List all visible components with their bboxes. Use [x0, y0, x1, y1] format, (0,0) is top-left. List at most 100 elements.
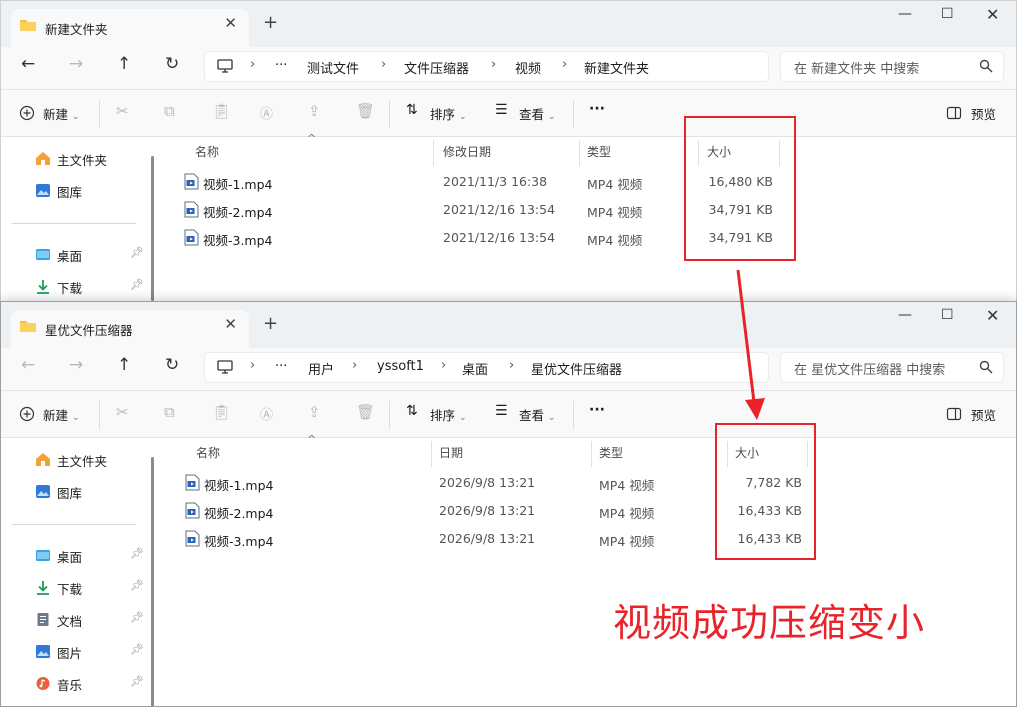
sidebar-item-downloads[interactable]: 下载 📌︎ [35, 578, 147, 598]
search-input[interactable]: 在 星优文件压缩器 中搜索 [780, 352, 1004, 383]
new-tab-button[interactable]: + [263, 14, 278, 32]
forward-button[interactable]: → [69, 357, 83, 374]
close-tab-icon[interactable]: ✕ [224, 16, 237, 31]
pin-icon[interactable]: 📌︎ [130, 579, 144, 592]
paste-icon[interactable]: 📋︎ [212, 403, 231, 421]
maximize-button[interactable]: ☐ [941, 7, 954, 21]
gallery-icon [36, 485, 50, 498]
delete-icon[interactable]: 🗑︎ [356, 403, 375, 421]
breadcrumb-item[interactable]: yssoft1 [377, 359, 424, 374]
sort-button[interactable]: 排序 ⌄ [430, 405, 467, 424]
divider [99, 100, 100, 128]
forward-button[interactable]: → [69, 56, 83, 73]
column-divider[interactable] [579, 140, 580, 166]
breadcrumb-item[interactable]: 新建文件夹 [584, 58, 649, 77]
more-options-button[interactable]: ··· [589, 101, 605, 117]
tab-new-folder[interactable]: 新建文件夹 ✕ [11, 9, 249, 47]
close-window-button[interactable]: ✕ [986, 308, 999, 324]
copy-icon[interactable]: ⧉ [164, 102, 175, 120]
column-header-type[interactable]: 类型 [587, 143, 611, 160]
sidebar-item-pictures[interactable]: 图片 📌︎ [35, 642, 147, 662]
rename-icon[interactable]: Ⓐ [260, 404, 273, 423]
search-input[interactable]: 在 新建文件夹 中搜索 [780, 51, 1004, 82]
up-button[interactable]: ↑ [117, 56, 131, 73]
file-type: MP4 视频 [587, 177, 643, 192]
chevron-down-icon: ⌄ [548, 112, 556, 122]
music-icon [36, 677, 50, 690]
column-header-date[interactable]: 修改日期 [443, 143, 491, 160]
address-bar[interactable]: › ··· 测试文件 › 文件压缩器 › 视频 › 新建文件夹 [204, 51, 769, 82]
breadcrumb-more[interactable]: ··· [275, 359, 287, 374]
sort-ascending-icon: ^ [307, 433, 317, 446]
column-header-type[interactable]: 类型 [599, 444, 623, 461]
sort-button[interactable]: 排序 ⌄ [430, 104, 467, 123]
scrollbar[interactable] [151, 457, 154, 706]
column-header-name[interactable]: 名称 [196, 444, 220, 461]
view-button[interactable]: 查看 ⌄ [519, 405, 556, 424]
cut-icon[interactable]: ✂ [116, 102, 129, 120]
file-date: 2021/12/16 13:54 [443, 230, 556, 245]
maximize-button[interactable]: ☐ [941, 308, 954, 322]
column-divider[interactable] [591, 441, 592, 467]
minimize-button[interactable]: — [898, 7, 912, 21]
pin-icon[interactable]: 📌︎ [130, 547, 144, 560]
breadcrumb-item[interactable]: 桌面 [462, 359, 488, 378]
breadcrumb-item[interactable]: 星优文件压缩器 [531, 359, 622, 378]
column-divider[interactable] [431, 441, 432, 467]
new-tab-button[interactable]: + [263, 315, 278, 333]
sidebar-item-desktop[interactable]: 桌面 📌︎ [35, 546, 147, 566]
preview-button[interactable]: 预览 [971, 104, 996, 123]
video-file-icon [185, 502, 200, 519]
cut-icon[interactable]: ✂ [116, 403, 129, 421]
pin-icon[interactable]: 📌︎ [130, 246, 144, 259]
view-label: 查看 [519, 408, 545, 423]
up-button[interactable]: ↑ [117, 357, 131, 374]
breadcrumb-item[interactable]: 用户 [308, 359, 334, 378]
scrollbar[interactable] [151, 156, 154, 301]
breadcrumb-item[interactable]: 测试文件 [307, 58, 359, 77]
download-icon [37, 581, 49, 595]
close-tab-icon[interactable]: ✕ [224, 317, 237, 332]
pin-icon[interactable]: 📌︎ [130, 611, 144, 624]
refresh-button[interactable]: ↻ [165, 357, 179, 374]
sidebar-item-label: 音乐 [57, 678, 83, 693]
address-bar[interactable]: › ··· 用户 › yssoft1 › 桌面 › 星优文件压缩器 [204, 352, 769, 383]
preview-button[interactable]: 预览 [971, 405, 996, 424]
new-button[interactable]: 新建 ⌄ [43, 104, 80, 123]
sidebar-item-desktop[interactable]: 桌面 📌︎ [35, 245, 147, 265]
pin-icon[interactable]: 📌︎ [130, 278, 144, 291]
breadcrumb-more[interactable]: ··· [275, 58, 287, 73]
sidebar-item-downloads[interactable]: 下载 📌︎ [35, 277, 147, 297]
sidebar-item-home[interactable]: 主文件夹 [35, 149, 147, 169]
navigation-pane: 主文件夹 图库 桌面 📌︎ 下载 📌︎ [1, 137, 151, 301]
paste-icon[interactable]: 📋︎ [212, 102, 231, 120]
pin-icon[interactable]: 📌︎ [130, 675, 144, 688]
tab-compressor-folder[interactable]: 星优文件压缩器 ✕ [11, 310, 249, 348]
back-button[interactable]: ← [21, 56, 35, 73]
column-header-name[interactable]: 名称 [195, 143, 219, 160]
back-button[interactable]: ← [21, 357, 35, 374]
view-button[interactable]: 查看 ⌄ [519, 104, 556, 123]
sidebar-item-home[interactable]: 主文件夹 [35, 450, 147, 470]
new-button[interactable]: 新建 ⌄ [43, 405, 80, 424]
minimize-button[interactable]: — [898, 308, 912, 322]
column-header-date[interactable]: 日期 [439, 444, 463, 461]
breadcrumb-item[interactable]: 文件压缩器 [404, 58, 469, 77]
rename-icon[interactable]: Ⓐ [260, 103, 273, 122]
sidebar-item-gallery[interactable]: 图库 [35, 181, 147, 201]
close-window-button[interactable]: ✕ [986, 7, 999, 23]
sidebar-item-gallery[interactable]: 图库 [35, 482, 147, 502]
column-divider[interactable] [433, 140, 434, 166]
pin-icon[interactable]: 📌︎ [130, 643, 144, 656]
share-icon[interactable]: ⇪ [308, 403, 321, 421]
refresh-button[interactable]: ↻ [165, 56, 179, 73]
search-placeholder: 在 新建文件夹 中搜索 [794, 62, 920, 77]
copy-icon[interactable]: ⧉ [164, 403, 175, 421]
breadcrumb-item[interactable]: 视频 [515, 58, 541, 77]
more-options-button[interactable]: ··· [589, 402, 605, 418]
sidebar-item-music[interactable]: 音乐 📌︎ [35, 674, 147, 694]
sidebar-item-documents[interactable]: 文档 📌︎ [35, 610, 147, 630]
highlight-box-original-sizes [684, 116, 796, 261]
delete-icon[interactable]: 🗑︎ [356, 102, 375, 120]
share-icon[interactable]: ⇪ [308, 102, 321, 120]
